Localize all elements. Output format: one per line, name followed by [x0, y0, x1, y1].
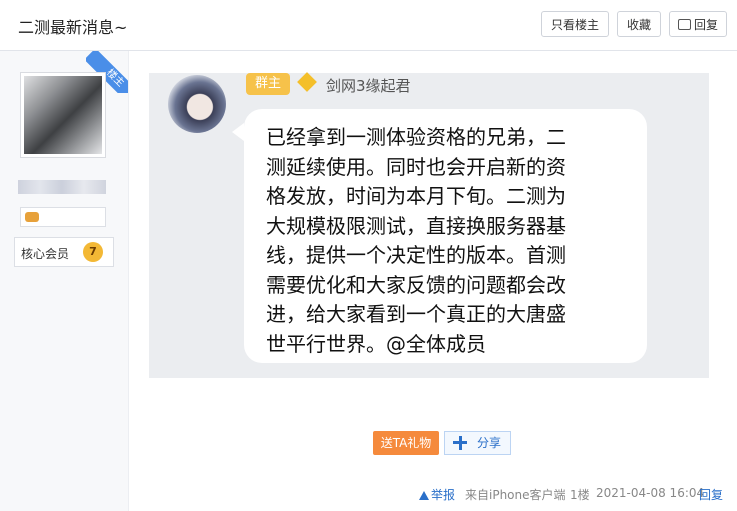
member-label: 核心会员: [21, 247, 70, 261]
author-sidebar: 楼主 核心会员 7: [0, 51, 129, 511]
warning-icon: [419, 491, 429, 500]
share-label: 分享: [477, 436, 502, 450]
send-gift-button[interactable]: 送TA礼物: [373, 431, 439, 455]
favorite-button[interactable]: 收藏: [617, 11, 661, 37]
group-owner-badge: 群主: [246, 73, 290, 95]
report-label: 举报: [431, 488, 456, 502]
post-time: 2021-04-08 16:04: [596, 486, 705, 500]
author-name-blurred[interactable]: [18, 180, 106, 194]
message-bubble: 已经拿到一测体验资格的兄弟，二 测延续使用。同时也会开启新的资 格发放，时间为本…: [232, 109, 647, 363]
post-source: 来自iPhone客户端: [465, 488, 566, 502]
avatar-image: [24, 76, 102, 154]
reply-button-label: 回复: [694, 18, 719, 32]
sender-name: 剑网3缘起君: [326, 77, 411, 95]
post-header: 二测最新消息~ 只看楼主 收藏 回复: [0, 0, 737, 51]
member-badge-box[interactable]: 核心会员 7: [14, 237, 114, 267]
plus-icon: [453, 436, 467, 450]
share-button[interactable]: 分享: [444, 431, 511, 455]
floor-number: 1楼: [570, 488, 590, 502]
chat-avatar: [168, 75, 226, 133]
reply-link[interactable]: 回复: [699, 486, 723, 503]
only-author-button[interactable]: 只看楼主: [541, 11, 609, 37]
report-link[interactable]: 举报: [419, 486, 455, 503]
chat-screenshot: 群主 剑网3缘起君 已经拿到一测体验资格的兄弟，二 测延续使用。同时也会开启新的…: [149, 72, 709, 378]
reply-button[interactable]: 回复: [669, 11, 727, 37]
author-avatar[interactable]: [20, 72, 106, 158]
diamond-icon: [297, 72, 317, 92]
bubble-tail: [232, 123, 244, 141]
user-level-box[interactable]: [20, 207, 106, 227]
member-level-icon: 7: [83, 242, 103, 262]
message-text: 已经拿到一测体验资格的兄弟，二 测延续使用。同时也会开启新的资 格发放，时间为本…: [266, 125, 566, 356]
page-title: 二测最新消息~: [18, 18, 128, 37]
reply-icon: [678, 19, 691, 30]
gamepad-icon: [25, 212, 39, 222]
